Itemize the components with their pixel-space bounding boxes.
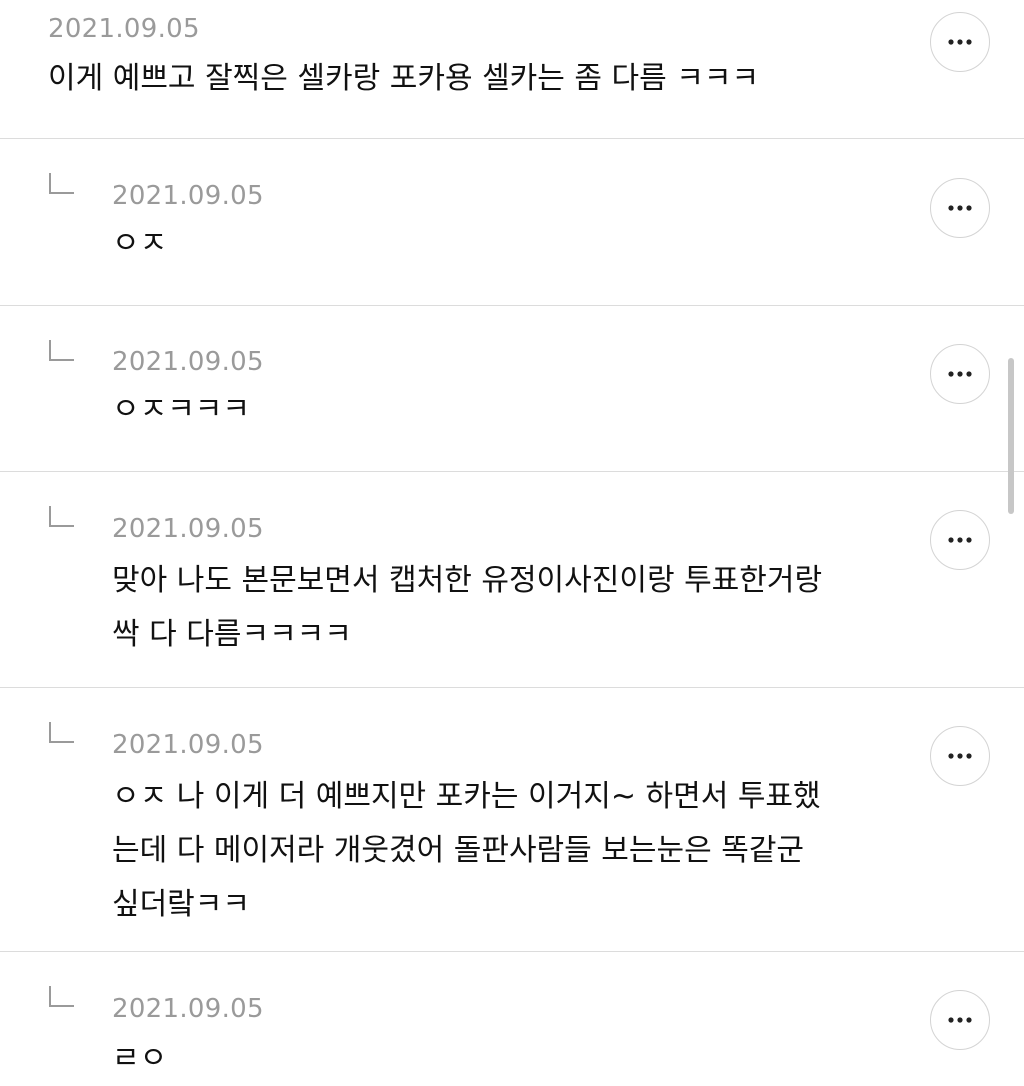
comment-text: 이게 예쁘고 잘찍은 셀카랑 포카용 셀카는 좀 다름 ㅋㅋㅋ: [48, 61, 760, 96]
reply-item: 2021.09.05 ㅇㅈ 나 이게 더 예쁘지만 포카는 이거지~ 하면서 투…: [0, 688, 1024, 951]
comment-text: ㅇㅈㅋㅋㅋ: [112, 392, 250, 427]
more-options-button[interactable]: [930, 178, 990, 238]
comment-date: 2021.09.05: [112, 514, 264, 544]
more-options-button[interactable]: [930, 726, 990, 786]
comment-text: ㅇㅈ: [112, 226, 168, 261]
reply-item: 2021.09.05 맞아 나도 본문보면서 캡처한 유정이사진이랑 투표한거랑…: [0, 472, 1024, 687]
reply-arrow-icon: [49, 986, 74, 1007]
comment-date: 2021.09.05: [112, 347, 264, 377]
comment-text: ㅇㅈ 나 이게 더 예쁘지만 포카는 이거지~ 하면서 투표했 는데 다 메이저…: [112, 779, 821, 922]
scrollbar-thumb[interactable]: [1008, 358, 1014, 514]
reply-arrow-icon: [49, 173, 74, 194]
comment-date: 2021.09.05: [112, 730, 264, 760]
more-horizontal-icon: [948, 205, 972, 211]
comment-date: 2021.09.05: [112, 994, 264, 1024]
more-horizontal-icon: [948, 39, 972, 45]
more-options-button[interactable]: [930, 990, 990, 1050]
more-options-button[interactable]: [930, 344, 990, 404]
reply-arrow-icon: [49, 722, 74, 743]
more-options-button[interactable]: [930, 12, 990, 72]
comment-text: ㄹㅇ: [112, 1041, 168, 1076]
comment-date: 2021.09.05: [112, 181, 264, 211]
reply-item: 2021.09.05 ㅇㅈㅋㅋㅋ: [0, 306, 1024, 471]
more-horizontal-icon: [948, 1017, 972, 1023]
more-horizontal-icon: [948, 537, 972, 543]
more-horizontal-icon: [948, 371, 972, 377]
reply-arrow-icon: [49, 340, 74, 361]
more-horizontal-icon: [948, 753, 972, 759]
reply-arrow-icon: [49, 506, 74, 527]
more-options-button[interactable]: [930, 510, 990, 570]
reply-item: 2021.09.05 ㅇㅈ: [0, 139, 1024, 305]
comment-text: 맞아 나도 본문보면서 캡처한 유정이사진이랑 투표한거랑 싹 다 다름ㅋㅋㅋㅋ: [112, 563, 823, 652]
comment-item: 2021.09.05 이게 예쁘고 잘찍은 셀카랑 포카용 셀카는 좀 다름 ㅋ…: [0, 0, 1024, 138]
comment-date: 2021.09.05: [48, 14, 200, 44]
reply-item: 2021.09.05 ㄹㅇ: [0, 952, 1024, 1076]
